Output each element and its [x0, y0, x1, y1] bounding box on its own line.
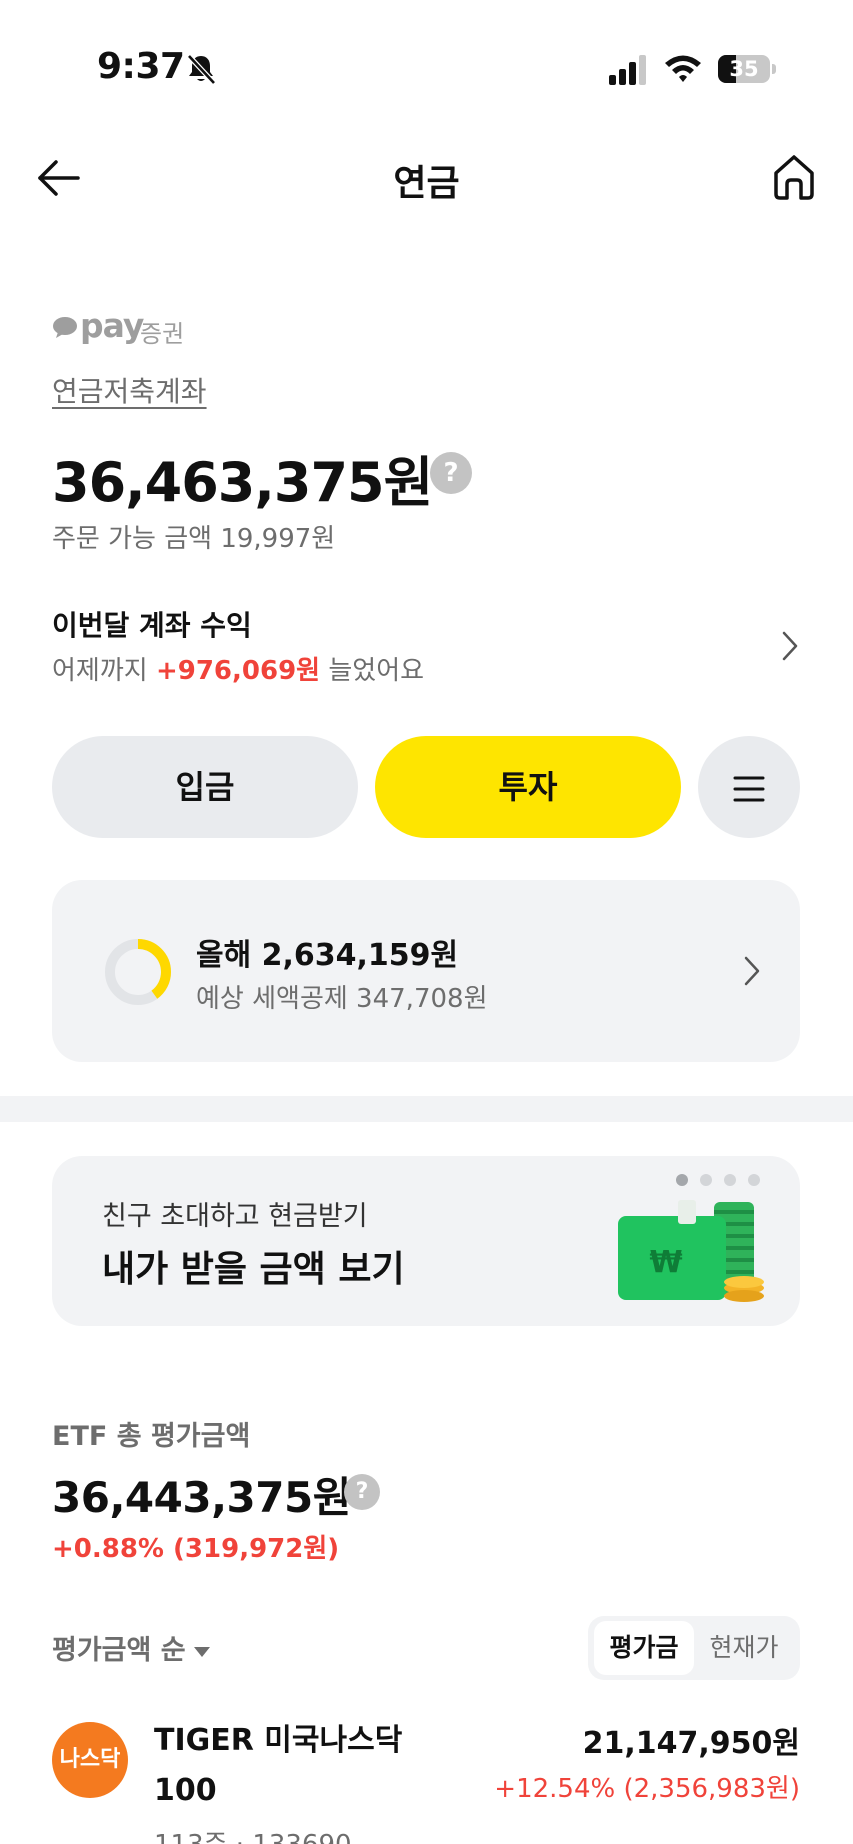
- brand-pay-text: pay: [80, 306, 144, 345]
- account-name-link[interactable]: 연금저축계좌: [52, 370, 207, 410]
- carousel-dot: [724, 1174, 736, 1186]
- sort-label: 평가금액 순: [52, 1635, 186, 1666]
- promo-title: 내가 받을 금액 보기: [102, 1249, 405, 1290]
- caret-down-icon: [193, 1646, 210, 1657]
- promo-banner[interactable]: 친구 초대하고 현금받기 내가 받을 금액 보기 ₩: [52, 1156, 800, 1326]
- brand-securities-text: 증권: [140, 320, 185, 348]
- deposit-button[interactable]: 입금: [52, 736, 358, 838]
- invest-button[interactable]: 투자: [375, 736, 681, 838]
- carousel-indicator: [676, 1172, 776, 1188]
- battery-level: 35: [729, 57, 759, 81]
- menu-button[interactable]: [698, 736, 800, 838]
- sort-dropdown[interactable]: 평가금액 순: [52, 1628, 210, 1668]
- bell-muted-icon: [187, 54, 216, 85]
- etf-total-amount: 36,443,375원: [52, 1473, 351, 1522]
- status-bar: 9:37 35: [0, 0, 853, 140]
- carousel-dot: [700, 1174, 712, 1186]
- stock-return: +12.54% (2,356,983원): [494, 1774, 800, 1804]
- stock-logo: 나스닥: [52, 1722, 128, 1798]
- cash-wallet-icon: ₩: [618, 1200, 764, 1302]
- back-arrow-icon[interactable]: [34, 156, 84, 200]
- svg-text:₩: ₩: [649, 1245, 682, 1280]
- year-contribution: 올해 2,634,159원: [196, 938, 459, 973]
- expected-tax-deduction: 예상 세액공제 347,708원: [196, 984, 488, 1014]
- tax-deduction-card[interactable]: 올해 2,634,159원 예상 세액공제 347,708원: [52, 880, 800, 1062]
- hamburger-menu-icon: [733, 776, 765, 802]
- monthly-return-desc: 어제까지 +976,069원 늘었어요: [52, 650, 424, 687]
- stock-quantity-code: 113주 · 133690: [154, 1824, 352, 1844]
- monthly-return-amount: +976,069원: [155, 656, 321, 686]
- holding-row[interactable]: 나스닥 TIGER 미국나스닥100 113주 · 133690 21,147,…: [0, 1716, 853, 1844]
- cellular-signal-icon: [609, 55, 646, 85]
- segment-current-price[interactable]: 현재가: [694, 1621, 794, 1675]
- value-price-toggle: 평가금 현재가: [588, 1616, 800, 1680]
- stock-evaluation-amount: 21,147,950원: [582, 1726, 800, 1761]
- page-title: 연금: [393, 163, 460, 204]
- tax-progress-ring: [105, 939, 171, 1005]
- carousel-dot: [748, 1174, 760, 1186]
- help-icon[interactable]: ?: [344, 1474, 380, 1510]
- etf-total-label: ETF 총 평가금액: [52, 1421, 251, 1452]
- promo-subtitle: 친구 초대하고 현금받기: [102, 1201, 368, 1232]
- chevron-right-icon: [782, 631, 798, 661]
- help-icon[interactable]: ?: [430, 452, 472, 494]
- stock-name: TIGER 미국나스닥100: [154, 1723, 403, 1808]
- battery-body: 35: [718, 55, 770, 83]
- monthly-return-title: 이번달 계좌 수익: [52, 609, 252, 642]
- speech-bubble-icon: [53, 317, 77, 338]
- nav-bar: 연금: [0, 140, 853, 216]
- monthly-return-row[interactable]: 이번달 계좌 수익 어제까지 +976,069원 늘었어요: [0, 596, 853, 692]
- battery-tip: [772, 64, 776, 74]
- section-divider: [0, 1096, 853, 1122]
- carousel-dot: [676, 1174, 688, 1186]
- segment-evaluation-amount[interactable]: 평가금: [594, 1621, 694, 1675]
- monthly-return-prefix: 어제까지: [52, 656, 148, 686]
- battery-indicator: 35: [718, 55, 776, 83]
- wifi-icon: [665, 55, 701, 82]
- home-icon[interactable]: [770, 152, 818, 202]
- status-time: 9:37: [97, 46, 185, 87]
- monthly-return-suffix: 늘었어요: [328, 656, 425, 686]
- chevron-right-icon: [744, 956, 760, 986]
- etf-total-return: +0.88% (319,972원): [52, 1534, 340, 1564]
- total-balance: 36,463,375원: [52, 451, 433, 514]
- order-available-amount: 주문 가능 금액 19,997원: [52, 524, 336, 554]
